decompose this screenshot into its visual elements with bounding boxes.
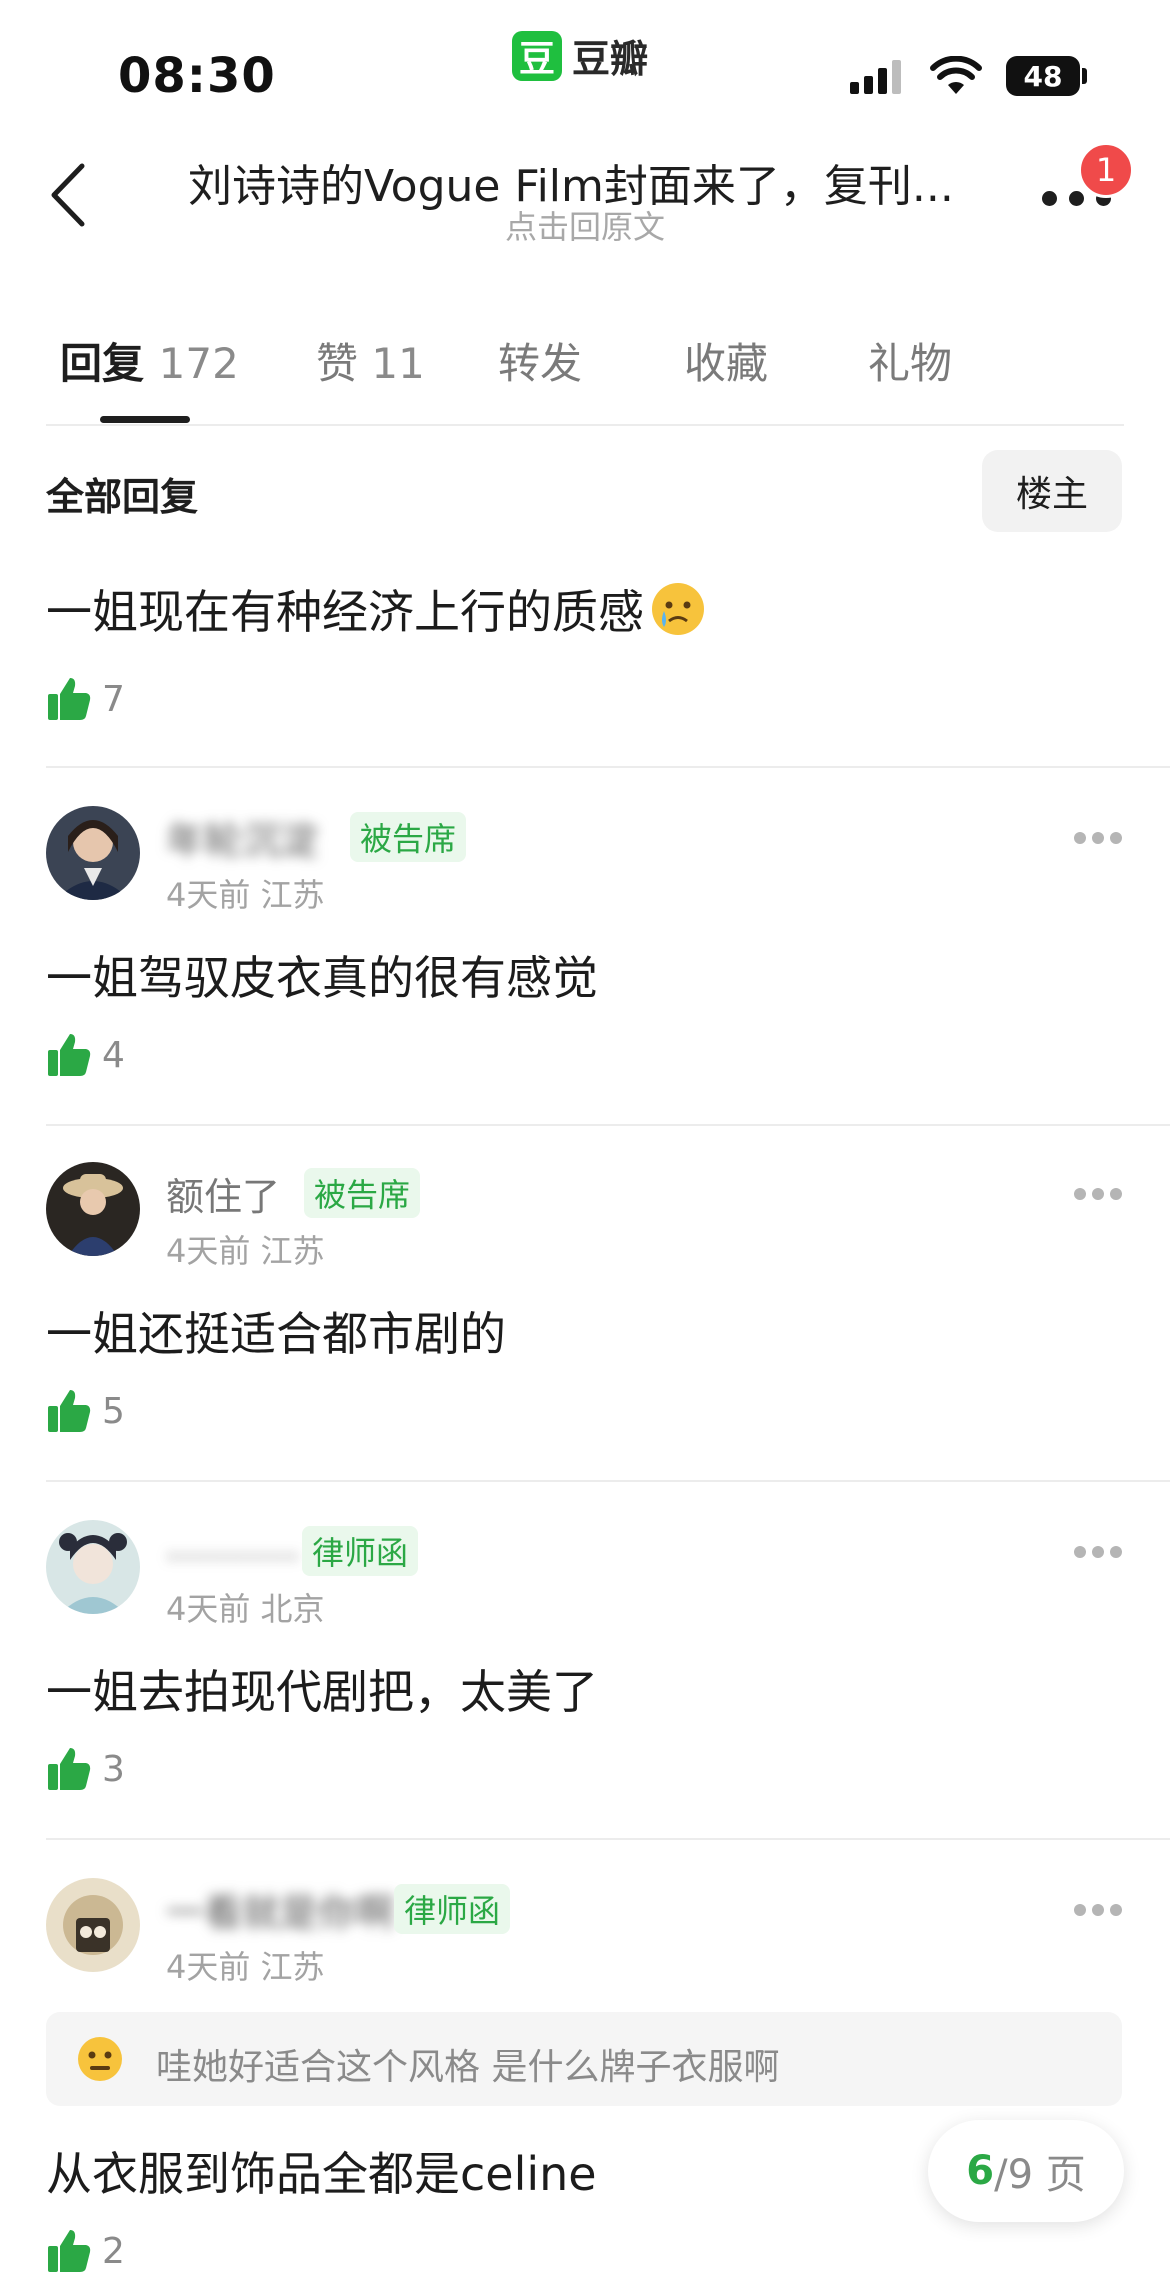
comment-divider	[46, 1124, 1170, 1126]
like-button[interactable]: 3	[46, 1746, 125, 1792]
tab-likes[interactable]: 赞 11	[316, 330, 425, 391]
cellular-signal-icon	[850, 58, 901, 94]
like-count: 3	[102, 1748, 125, 1790]
notification-badge: 1	[1078, 142, 1134, 198]
thumbs-up-icon	[48, 1034, 91, 1076]
tabs-divider	[46, 424, 1124, 426]
wifi-icon	[930, 56, 982, 94]
tab-collections[interactable]: 收藏	[684, 330, 768, 391]
tab-likes-count: 11	[371, 339, 425, 388]
total-pages: /9 页	[994, 2152, 1086, 2198]
avatar[interactable]	[46, 1878, 140, 1972]
user-name[interactable]: 一看就是你啊	[166, 1882, 394, 1937]
comment-location: 江苏	[260, 1948, 325, 1986]
comment-more-icon[interactable]	[1074, 1546, 1122, 1560]
tab-reposts[interactable]: 转发	[498, 330, 582, 391]
tab-gifts[interactable]: 礼物	[868, 330, 952, 391]
douban-logo-icon: 豆	[512, 30, 562, 81]
app-brand: 豆 豆瓣	[512, 28, 648, 83]
user-tag-badge: 被告席	[350, 812, 467, 862]
comment-time: 4天前	[166, 1232, 251, 1270]
avatar[interactable]	[46, 1520, 140, 1614]
like-button[interactable]: 4	[46, 1032, 125, 1078]
tab-reposts-label: 转发	[498, 339, 583, 388]
quoted-reply[interactable]: 哇她好适合这个风格 是什么牌子衣服啊	[46, 2012, 1122, 2106]
thumbs-up-icon	[48, 1390, 91, 1432]
app-brand-label: 豆瓣	[572, 37, 649, 81]
comment-meta: 4天前 江苏	[166, 1226, 325, 1272]
like-button[interactable]: 2	[46, 2228, 125, 2274]
thumbs-up-icon	[48, 2230, 91, 2272]
comment-meta: 4天前 江苏	[166, 870, 325, 916]
thumbs-up-icon	[48, 678, 91, 720]
like-count: 2	[102, 2230, 125, 2272]
comment-more-icon[interactable]	[1074, 1904, 1122, 1918]
comment-text: 从衣服到饰品全都是celine	[46, 2147, 597, 2201]
comment-divider	[46, 1480, 1170, 1482]
like-button[interactable]: 5	[46, 1388, 125, 1434]
avatar[interactable]	[46, 1162, 140, 1256]
comment-more-icon[interactable]	[1074, 832, 1122, 846]
comment-time: 4天前	[166, 1948, 251, 1986]
like-count: 5	[102, 1390, 125, 1432]
like-button[interactable]: 7	[46, 676, 125, 722]
comment-divider	[46, 1838, 1170, 1840]
active-tab-indicator	[100, 416, 190, 423]
like-count: 7	[102, 678, 125, 720]
current-page: 6	[966, 2148, 995, 2194]
status-time: 08:30	[118, 48, 276, 104]
op-only-filter-button[interactable]: 楼主	[982, 450, 1122, 532]
user-tag-badge: 律师函	[394, 1884, 511, 1934]
user-name[interactable]: ...........	[166, 1524, 299, 1568]
comment-time: 4天前	[166, 1590, 251, 1628]
user-tag-badge: 律师函	[302, 1526, 419, 1576]
comment-meta: 4天前 北京	[166, 1584, 325, 1630]
quoted-text: 哇她好适合这个风格 是什么牌子衣服啊	[156, 2047, 780, 2088]
tab-replies-label: 回复	[60, 339, 145, 388]
comment-text: 一姐驾驭皮衣真的很有感觉	[46, 951, 598, 1005]
user-name[interactable]: 额住了	[166, 1166, 280, 1221]
page-indicator[interactable]: 6/9 页	[928, 2120, 1124, 2222]
user-name[interactable]: 年轮沉淀	[166, 810, 318, 865]
battery-tip	[1082, 68, 1087, 84]
tab-replies[interactable]: 回复 172	[60, 330, 239, 391]
comment-more-icon[interactable]	[1074, 1188, 1122, 1202]
comment-meta: 4天前 江苏	[166, 1942, 325, 1988]
comment-text: 一姐还挺适合都市剧的	[46, 1307, 506, 1361]
tab-collections-label: 收藏	[684, 339, 769, 388]
avatar[interactable]	[46, 806, 140, 900]
back-to-original-link[interactable]: 点击回原文	[0, 202, 1170, 248]
all-replies-heading: 全部回复	[46, 475, 199, 519]
thumbs-up-icon	[48, 1748, 91, 1790]
comment-text: 一姐现在有种经济上行的质感	[46, 585, 644, 639]
comment-text-wrapper: 一姐现在有种经济上行的质感	[46, 576, 706, 642]
comment-location: 北京	[260, 1590, 325, 1628]
tab-replies-count: 172	[158, 339, 239, 388]
comment-location: 江苏	[260, 876, 325, 914]
comment-time: 4天前	[166, 876, 251, 914]
battery-indicator: 48	[1006, 56, 1080, 96]
tab-bar: 回复 172 赞 11 转发 收藏 礼物	[0, 320, 1170, 423]
neutral-face-icon	[78, 2037, 122, 2081]
comment-location: 江苏	[260, 1232, 325, 1270]
comment-divider	[46, 766, 1170, 768]
comment-text: 一姐去拍现代剧把，太美了	[46, 1665, 598, 1719]
user-tag-badge: 被告席	[304, 1168, 421, 1218]
tab-gifts-label: 礼物	[868, 339, 953, 388]
tab-likes-label: 赞	[316, 339, 359, 388]
crying-face-icon	[652, 583, 704, 635]
status-bar: 08:30 豆 豆瓣 48	[0, 0, 1170, 120]
like-count: 4	[102, 1034, 125, 1076]
